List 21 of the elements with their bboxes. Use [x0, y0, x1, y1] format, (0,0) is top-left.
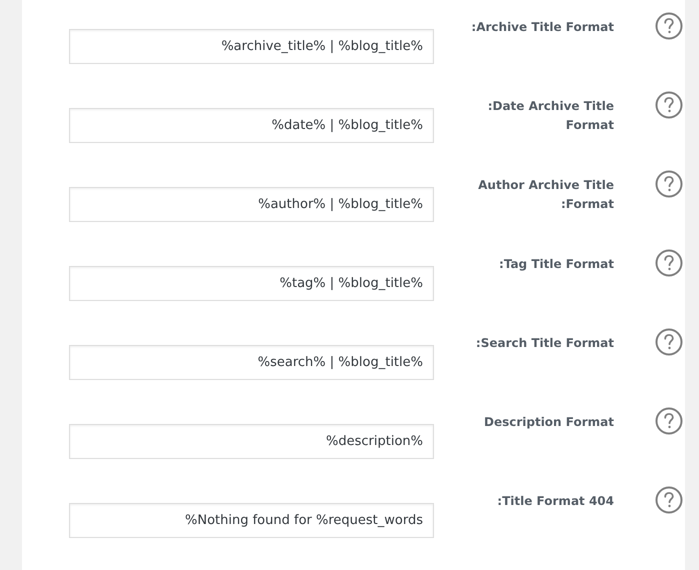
input-field[interactable]: %Nothing found for %request_words: [69, 503, 434, 538]
input-field[interactable]: %archive_title% | %blog_title%: [69, 29, 434, 64]
help-icon[interactable]: [655, 170, 683, 198]
help-icon[interactable]: [655, 328, 683, 356]
help-icon[interactable]: [655, 407, 683, 435]
field-label: :Tag Title Format: [498, 256, 614, 273]
field-label: :Title Format 404: [496, 493, 614, 510]
field-label: :Archive Title Format: [470, 19, 614, 36]
field-label: Author Archive Title :Format: [477, 177, 614, 213]
help-icon[interactable]: [655, 12, 683, 40]
field-label: :Date Archive Title Format: [486, 98, 614, 134]
input-field[interactable]: %date% | %blog_title%: [69, 108, 434, 143]
input-field[interactable]: %author% | %blog_title%: [69, 187, 434, 222]
input-field[interactable]: %description%: [69, 424, 434, 459]
help-icon[interactable]: [655, 486, 683, 514]
help-icon[interactable]: [655, 249, 683, 277]
field-label: Description Format: [482, 414, 614, 431]
input-field[interactable]: %tag% | %blog_title%: [69, 266, 434, 301]
input-field[interactable]: %search% | %blog_title%: [69, 345, 434, 380]
help-icon[interactable]: [655, 91, 683, 119]
field-label: :Search Title Format: [474, 335, 614, 352]
